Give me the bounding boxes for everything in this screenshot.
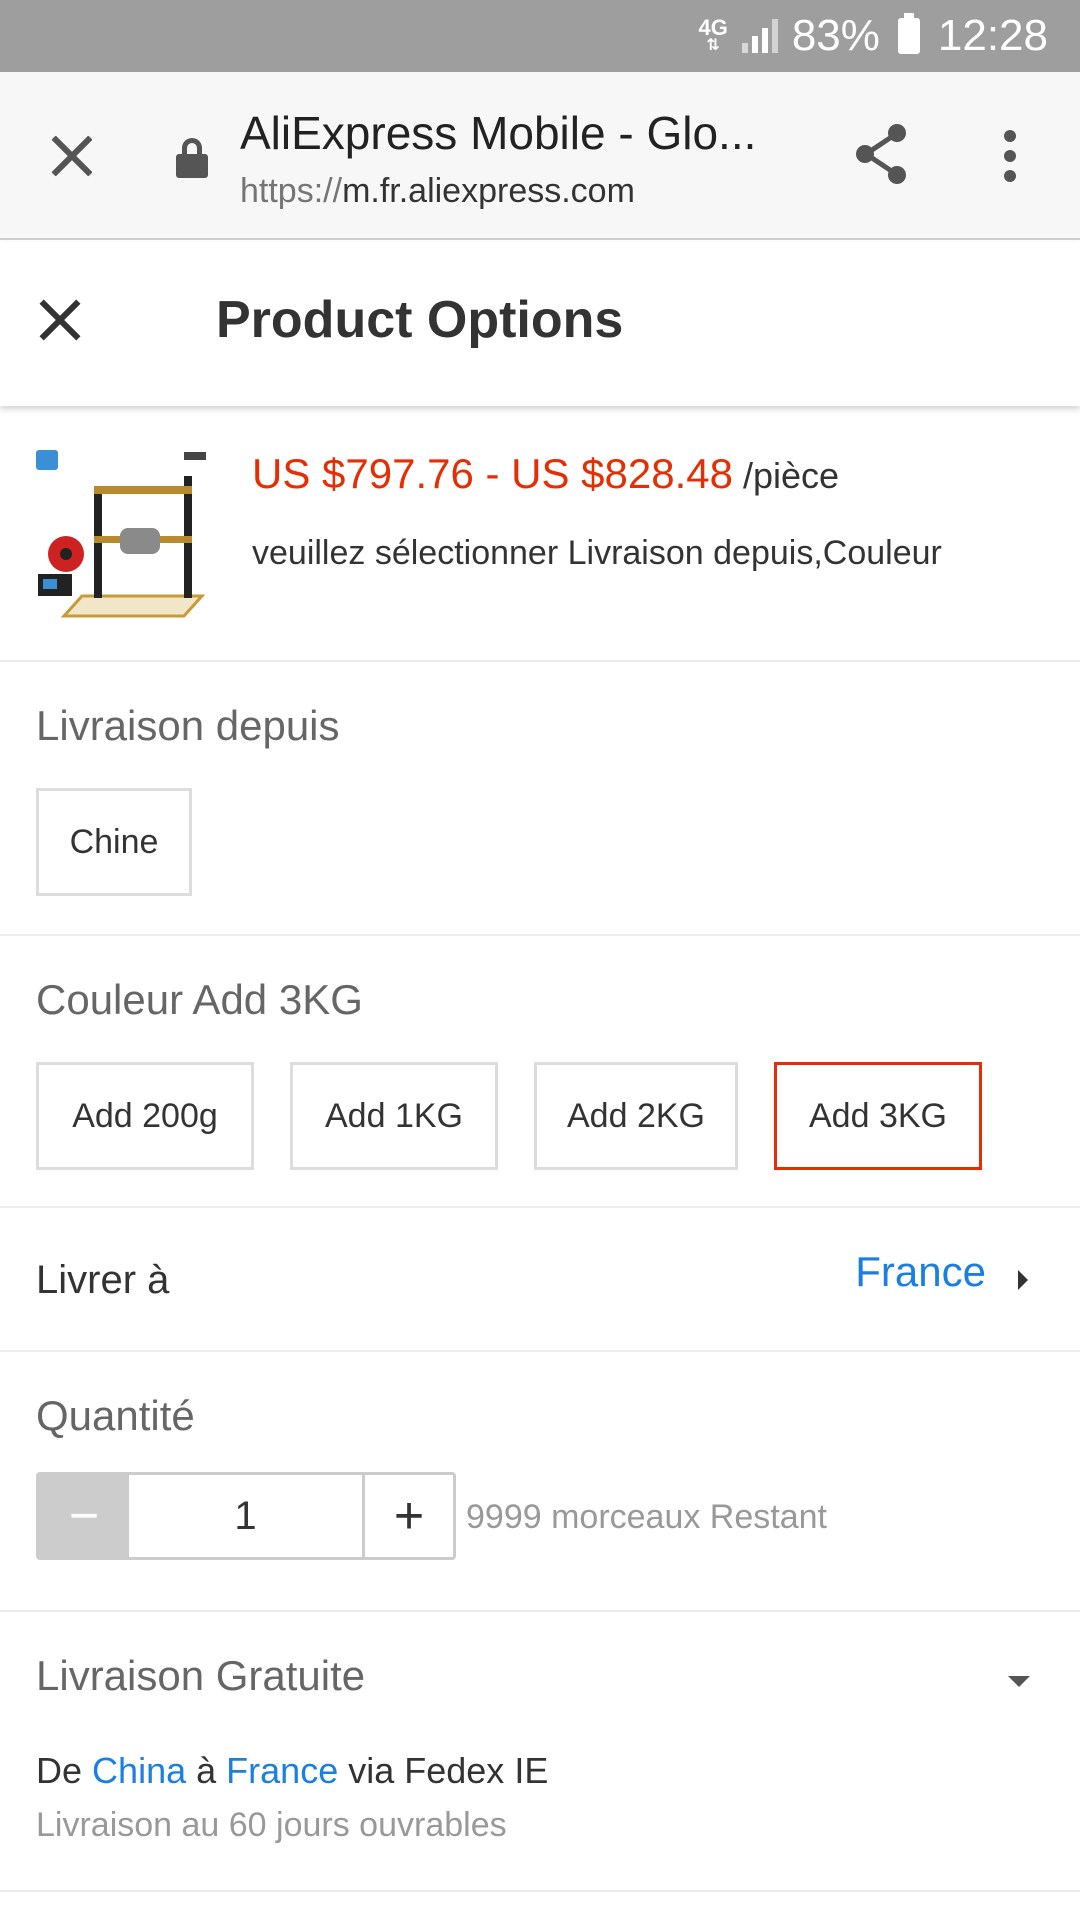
price-value: US $797.76 - US $828.48 xyxy=(252,450,733,497)
ships-from-label: Livraison depuis xyxy=(36,702,340,749)
quantity-input[interactable]: 1 xyxy=(129,1475,365,1557)
color-label: Couleur Add 3KG xyxy=(36,976,363,1023)
product-thumbnail xyxy=(34,446,214,634)
ship-to-label: Livrer à xyxy=(36,1258,170,1302)
chevron-right-icon xyxy=(1018,1270,1028,1290)
ship-to-row[interactable]: Livrer à France xyxy=(0,1208,1080,1352)
network-type: 4G xyxy=(698,15,728,40)
option-color-add-200g[interactable]: Add 200g xyxy=(36,1062,254,1170)
ship-to-country[interactable]: France xyxy=(855,1248,986,1296)
decrease-quantity-button[interactable]: − xyxy=(39,1475,129,1557)
shipping-section: Livraison Gratuite De China à France via… xyxy=(0,1612,1080,1892)
route-prefix: De xyxy=(36,1750,83,1791)
quantity-label: Quantité xyxy=(36,1392,195,1439)
url-scheme: https:// xyxy=(240,172,343,210)
option-color-add-1kg[interactable]: Add 1KG xyxy=(290,1062,498,1170)
ships-from-section: Livraison depuis Chine xyxy=(0,662,1080,936)
sheet-title: Product Options xyxy=(216,291,624,349)
status-indicators: 4G ⇅ 83% 12:28 xyxy=(698,0,1048,72)
price-range: US $797.76 - US $828.48/pièce xyxy=(252,450,839,498)
overflow-menu-icon[interactable] xyxy=(990,124,1030,188)
stock-remaining: 9999 morceaux Restant xyxy=(466,1498,827,1536)
browser-toolbar: AliExpress Mobile - Glo... https://m.fr.… xyxy=(0,72,1080,240)
option-color-add-2kg[interactable]: Add 2KG xyxy=(534,1062,738,1170)
lock-icon[interactable] xyxy=(176,138,208,178)
delivery-estimate: Livraison au 60 jours ouvrables xyxy=(36,1806,507,1844)
route-carrier: via Fedex IE xyxy=(348,1750,549,1791)
data-arrows-icon: ⇅ xyxy=(706,37,720,54)
increase-quantity-button[interactable]: + xyxy=(365,1475,453,1557)
product-summary: US $797.76 - US $828.48/pièce veuillez s… xyxy=(0,406,1080,662)
page-url[interactable]: https://m.fr.aliexpress.com xyxy=(240,172,635,211)
shipping-route: De China à France via Fedex IE xyxy=(36,1750,548,1792)
clock: 12:28 xyxy=(937,11,1048,60)
close-tab-icon[interactable] xyxy=(40,124,104,188)
option-ships-from-chine[interactable]: Chine xyxy=(36,788,192,896)
color-section: Couleur Add 3KG Add 200g Add 1KG Add 2KG… xyxy=(0,936,1080,1208)
price-unit: /pièce xyxy=(743,455,840,496)
network-indicator: 4G ⇅ xyxy=(698,15,728,54)
chevron-down-icon[interactable] xyxy=(1008,1676,1030,1687)
battery-icon xyxy=(897,13,920,54)
sheet-header: Product Options xyxy=(0,242,1080,406)
status-bar: 4G ⇅ 83% 12:28 xyxy=(0,0,1080,72)
share-icon[interactable] xyxy=(850,122,914,186)
quantity-stepper: − 1 + xyxy=(36,1472,456,1560)
url-host: m.fr.aliexpress.com xyxy=(342,172,635,210)
selection-notice: veuillez sélectionner Livraison depuis,C… xyxy=(252,534,942,572)
signal-strength-icon xyxy=(741,19,778,53)
route-to: France xyxy=(226,1750,339,1791)
page-title[interactable]: AliExpress Mobile - Glo... xyxy=(240,106,756,160)
quantity-section: Quantité − 1 + 9999 morceaux Restant xyxy=(0,1352,1080,1612)
option-color-add-3kg[interactable]: Add 3KG xyxy=(774,1062,982,1170)
battery-percent: 83% xyxy=(791,11,880,60)
route-from: China xyxy=(92,1750,187,1791)
shipping-method-label[interactable]: Livraison Gratuite xyxy=(36,1652,365,1700)
route-mid: à xyxy=(196,1750,217,1791)
close-icon[interactable] xyxy=(32,292,88,348)
